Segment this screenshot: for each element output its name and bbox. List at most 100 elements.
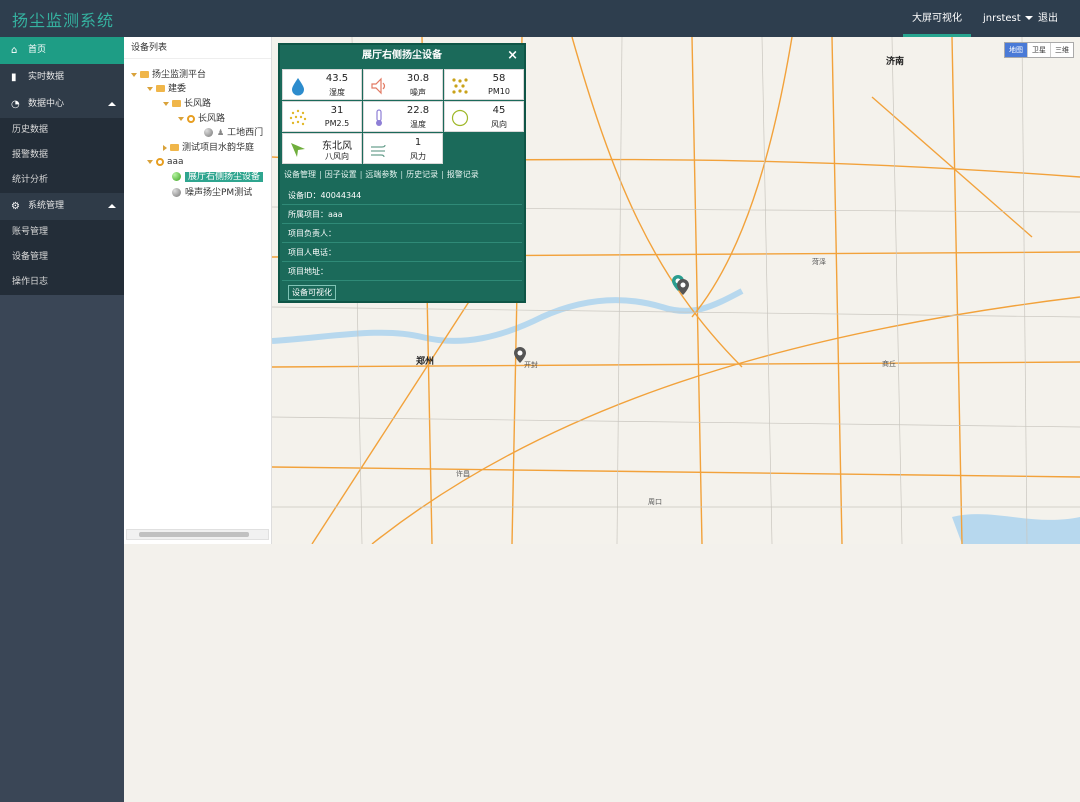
tree-node-changfeng-project[interactable]: 长风路 [178, 113, 225, 125]
sidebar-group-data-center[interactable]: ◔ 数据中心 [0, 91, 124, 118]
metric-value: 1 [414, 137, 422, 148]
metric-value: 22.8 [406, 105, 430, 116]
metric-value: 30.8 [406, 73, 430, 84]
metric-pm25: 31 PM2.5 [282, 101, 362, 132]
map-type-satellite[interactable]: 卫星 [1027, 43, 1050, 57]
metric-wind-direction: 45 风向 [444, 101, 524, 132]
map-label-zhoukou: 周口 [648, 498, 662, 506]
metric-label: 八风向 [325, 152, 349, 161]
tree-node-aaa[interactable]: aaa [147, 156, 184, 168]
sidebar-item-history[interactable]: 历史数据 [0, 118, 124, 143]
metric-grid: 43.5 湿度 30.8 噪声 58 PM10 31 PM2.5 22.8 温度… [282, 69, 524, 164]
map-label-kaifeng: 开封 [524, 361, 538, 369]
tree-node-test-project[interactable]: 测试项目水韵华庭 [163, 142, 254, 154]
sidebar-item-realtime[interactable]: ▮ 实时数据 [0, 64, 124, 91]
device-offline-icon [204, 128, 213, 137]
tab-separator: | [400, 170, 404, 179]
metric-label: 风向 [491, 120, 507, 129]
sidebar-item-label: 系统管理 [28, 201, 65, 211]
speaker-icon [371, 77, 386, 95]
expand-icon[interactable] [131, 72, 137, 77]
metric-value: 58 [492, 73, 506, 84]
tab-factor-settings[interactable]: 因子设置 [325, 170, 357, 179]
map-type-map[interactable]: 地图 [1005, 43, 1027, 57]
map-marker-gray[interactable] [677, 279, 689, 295]
tree-label: 扬尘监测平台 [152, 70, 207, 80]
metric-noise: 30.8 噪声 [363, 69, 443, 100]
metric-value: 43.5 [325, 73, 349, 84]
sidebar-item-devices[interactable]: 设备管理 [0, 245, 124, 270]
folder-icon [170, 144, 179, 151]
map-label-heze: 菏泽 [812, 258, 826, 266]
metric-pm10: 58 PM10 [444, 69, 524, 100]
device-online-icon [172, 172, 181, 181]
metric-temperature: 22.8 温度 [363, 101, 443, 132]
popup-tabs: 设备管理 | 因子设置 | 远端参数 | 历史记录 | 报警记录 [284, 169, 482, 180]
logout-link[interactable]: 退出 [1038, 0, 1058, 37]
metric-wind-force: 1 风力 [363, 133, 443, 164]
tree-node-noise-pm-test[interactable]: 噪声扬尘PM测试 [172, 187, 252, 199]
expand-icon[interactable] [147, 159, 153, 164]
horizontal-scrollbar[interactable] [126, 529, 269, 540]
home-icon: ⌂ [11, 45, 18, 56]
metric-label: 温度 [410, 120, 426, 129]
map-label-zhengzhou: 郑州 [416, 357, 435, 367]
map-type-switcher: 地图 卫星 三维 [1004, 42, 1074, 58]
info-phone: 项目人电话： [282, 243, 522, 262]
tree-node-showroom-device[interactable]: 展厅右侧扬尘设备 [172, 171, 264, 183]
scrollbar-thumb[interactable] [139, 532, 249, 537]
tree-label: 工地西门 [227, 128, 264, 138]
expand-icon[interactable] [147, 86, 153, 91]
device-list-title: 设备列表 [124, 37, 271, 59]
chevron-down-icon [1024, 16, 1033, 20]
close-icon[interactable]: × [507, 45, 518, 67]
tree-label: 建委 [168, 84, 187, 94]
tree-node-changfeng[interactable]: 长风路 [163, 98, 211, 110]
tab-device-manage[interactable]: 设备管理 [284, 170, 316, 179]
particles-icon [452, 78, 468, 94]
device-offline-icon [172, 188, 181, 197]
map-marker-gray[interactable] [514, 347, 526, 363]
info-project: 所属项目：aaa [282, 205, 522, 224]
dust-icon [289, 109, 307, 126]
map-label-shangqiu: 商丘 [882, 360, 896, 368]
bar-chart-icon: ▮ [11, 72, 17, 83]
expand-icon[interactable] [163, 144, 167, 151]
lake [952, 514, 1080, 544]
sidebar-item-stats[interactable]: 统计分析 [0, 168, 124, 193]
tab-remote-params[interactable]: 远端参数 [365, 170, 397, 179]
tab-history[interactable]: 历史记录 [406, 170, 438, 179]
map-type-3d[interactable]: 三维 [1050, 43, 1073, 57]
tree-label: 长风路 [198, 114, 226, 124]
user-menu[interactable]: jnrstest [983, 0, 1033, 37]
project-icon [156, 157, 164, 166]
wind-icon [371, 144, 386, 158]
sidebar-item-logs[interactable]: 操作日志 [0, 270, 124, 295]
tree-label: aaa [167, 157, 184, 167]
gear-icon: ⚙ [11, 201, 20, 212]
sidebar-item-accounts[interactable]: 账号管理 [0, 220, 124, 245]
sidebar-item-alarms[interactable]: 报警数据 [0, 143, 124, 168]
expand-icon[interactable] [178, 116, 184, 121]
metric-label: PM10 [488, 87, 510, 96]
tree-node-site-west-gate[interactable]: ♟ 工地西门 [204, 127, 263, 139]
chevron-up-icon [108, 102, 116, 106]
user-name: jnrstest [983, 13, 1021, 24]
sidebar-filler [0, 295, 124, 802]
popup-title-text: 展厅右侧扬尘设备 [362, 50, 442, 61]
tab-alarm-records[interactable]: 报警记录 [447, 170, 479, 179]
map-label-xuchang: 许昌 [456, 470, 470, 478]
big-screen-link[interactable]: 大屏可视化 [903, 0, 971, 37]
info-device-id: 设备ID：40044344 [282, 186, 522, 205]
tree-node-platform[interactable]: 扬尘监测平台 [131, 69, 206, 81]
app-title: 扬尘监测系统 [12, 11, 115, 30]
sidebar-item-home[interactable]: ⌂ 首页 [0, 37, 124, 64]
sidebar-group-system[interactable]: ⚙ 系统管理 [0, 193, 124, 220]
device-visualization-button[interactable]: 设备可视化 [288, 285, 336, 300]
project-icon [187, 114, 195, 123]
expand-icon[interactable] [163, 101, 169, 106]
wind-arrow-icon [291, 143, 305, 157]
tree-label: 长风路 [184, 99, 212, 109]
tree-node-jianwei[interactable]: 建委 [147, 83, 186, 95]
metric-label: 噪声 [410, 88, 426, 97]
